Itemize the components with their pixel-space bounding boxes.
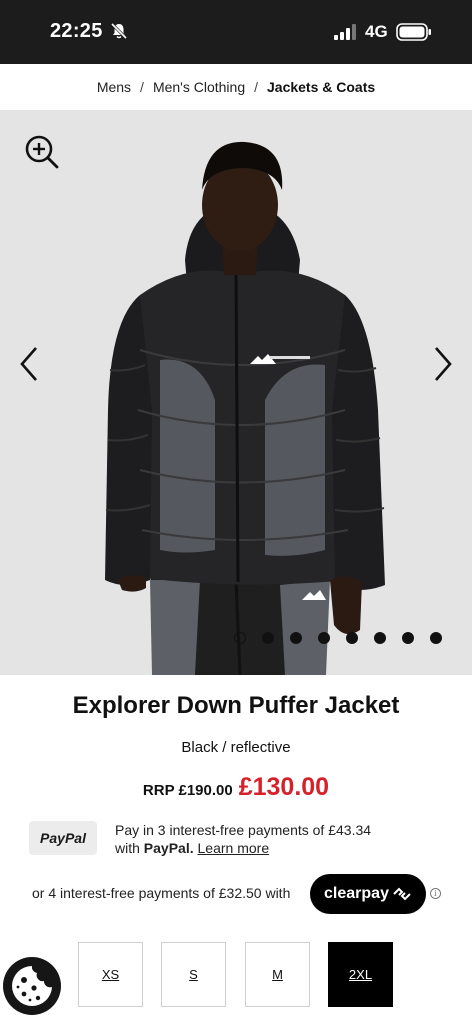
gallery-dot[interactable] [346, 632, 358, 644]
clearpay-badge[interactable]: clearpay [310, 874, 426, 914]
paypal-line-2: with PayPal. Learn more [115, 839, 415, 857]
clearpay-row: or 4 interest-free payments of £32.50 wi… [0, 874, 472, 914]
paypal-line-2-prefix: with [115, 840, 144, 856]
clearpay-logo-text: clearpay [324, 885, 389, 902]
size-option-s[interactable]: S [161, 942, 226, 1007]
breadcrumb-mens[interactable]: Mens [97, 79, 131, 95]
gallery-dot[interactable] [290, 632, 302, 644]
paypal-brand: PayPal. [143, 840, 194, 856]
cookie-settings-button[interactable] [3, 957, 61, 1015]
product-colour: Black / reflective [181, 739, 291, 756]
gallery-dot[interactable] [402, 632, 414, 644]
gallery-dot-active[interactable] [234, 632, 246, 644]
breadcrumb-separator: / [140, 79, 144, 95]
product-gallery[interactable] [0, 110, 472, 675]
size-option-2xl[interactable]: 2XL [328, 942, 393, 1007]
paypal-message: Pay in 3 interest-free payments of £43.3… [115, 821, 415, 857]
info-icon[interactable]: i [430, 888, 441, 899]
chevron-right-icon[interactable] [430, 344, 456, 384]
gallery-dot[interactable] [430, 632, 442, 644]
gallery-dot[interactable] [318, 632, 330, 644]
breadcrumb-current: Jackets & Coats [267, 79, 376, 95]
gallery-dot[interactable] [262, 632, 274, 644]
size-option-m[interactable]: M [245, 942, 310, 1007]
clearpay-message: or 4 interest-free payments of £32.50 wi… [32, 885, 291, 901]
breadcrumb-mens-clothing[interactable]: Men's Clothing [153, 79, 245, 95]
bell-slash-icon [110, 22, 128, 40]
cookie-icon [12, 966, 53, 1006]
network-label: 4G [365, 22, 388, 41]
rrp-price: RRP £190.00 [142, 782, 233, 799]
clearpay-arrows-icon [393, 887, 411, 901]
battery-icon [396, 23, 431, 41]
signal-icon [334, 24, 356, 40]
paypal-learn-more-link[interactable]: Learn more [198, 840, 270, 856]
sale-price: £130.00 [238, 773, 330, 801]
paypal-badge: PayPal [29, 821, 97, 855]
status-time: 22:25 [50, 20, 103, 42]
paypal-line-1: Pay in 3 interest-free payments of £43.3… [115, 822, 372, 838]
zoom-in-icon[interactable] [24, 134, 60, 170]
gallery-pagination [234, 632, 442, 644]
breadcrumb: Mens / Men's Clothing / Jackets & Coats [0, 64, 472, 110]
size-option-xs[interactable]: XS [78, 942, 143, 1007]
chevron-left-icon[interactable] [16, 344, 42, 384]
product-title: Explorer Down Puffer Jacket [72, 692, 400, 719]
gallery-dot[interactable] [374, 632, 386, 644]
breadcrumb-separator: / [254, 79, 258, 95]
price-row: RRP £190.00 £130.00 [0, 773, 472, 802]
product-image[interactable] [0, 110, 472, 675]
status-bar: 22:25 4G [0, 0, 472, 64]
